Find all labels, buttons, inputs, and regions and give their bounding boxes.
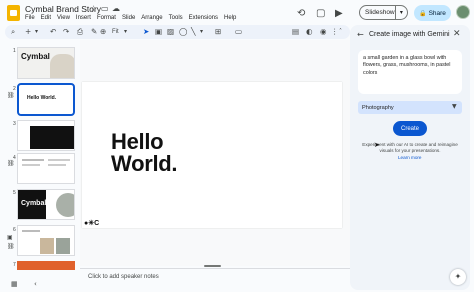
record-icon[interactable]: ◉ [320,27,327,37]
menu-arrange[interactable]: Arrange [141,15,162,21]
slide-thumbnail-1[interactable]: Cymbal [17,47,75,79]
slide-thumbnail-5[interactable]: Cymbal [17,189,75,220]
lock-icon: 🔒 [419,9,427,17]
chevron-down-icon[interactable]: ▾ [200,27,203,37]
slide-logo: ●✳C [84,220,100,227]
paint-format-icon[interactable]: ✎ [91,27,97,37]
chevron-left-icon[interactable]: ‹ [34,280,37,288]
thumbnail-line [48,164,66,166]
print-icon[interactable]: ⎙ [77,27,83,37]
menu-format[interactable]: Format [97,15,116,21]
move-icon[interactable]: ▭ [101,4,109,13]
chevron-down-icon[interactable]: ▾ [124,27,127,37]
cloud-icon[interactable]: ☁ [112,4,120,13]
menu-bar: File Edit View Insert Format Slide Arran… [25,15,236,21]
menu-tools[interactable]: Tools [169,15,183,21]
history-icon[interactable]: ⟲ [297,8,305,19]
thumbnail-text: Cymbal [21,200,47,207]
comment-add-icon[interactable]: ⊞ [215,27,221,37]
slideshow-button[interactable]: Slideshow ▾ [359,5,408,20]
thumbnail-image [30,126,74,149]
speaker-notes-placeholder[interactable]: Click to add speaker notes [88,274,159,280]
theme-icon[interactable]: ◐ [306,27,313,37]
image-icon: ▣ [7,234,13,241]
line-icon[interactable]: ╲ [191,27,196,37]
slide-heading-line-2: World. [111,151,178,176]
comment-icon[interactable]: ▢ [316,8,325,19]
thumbnail-image [50,54,74,78]
menu-insert[interactable]: Insert [76,15,91,21]
slide-number: 1 [13,48,16,54]
star-icon[interactable]: ☆ [90,4,97,13]
menu-view[interactable]: View [57,15,70,21]
thumbnail-line [22,230,40,232]
redo-icon[interactable]: ↷ [63,27,69,37]
thumbnail-text: Hello World. [27,95,57,101]
menu-file[interactable]: File [25,15,35,21]
thumbnail-text: Cymbal [21,52,50,61]
menu-slide[interactable]: Slide [122,15,135,21]
create-button[interactable]: Create [393,121,427,136]
grid-view-icon[interactable]: ▦ [11,280,18,288]
shape-icon[interactable]: ◯ [179,27,187,37]
undo-icon[interactable]: ↶ [50,27,56,37]
thumbnail-line [22,159,44,161]
thumbnail-line [48,159,70,161]
menu-help[interactable]: Help [224,15,236,21]
slideshow-label: Slideshow [365,9,395,16]
slide-thumbnail-6[interactable] [17,225,75,256]
back-arrow-icon[interactable]: ← [357,30,364,39]
zoom-select[interactable]: Fit [112,27,119,37]
image-icon[interactable]: ▨ [167,27,174,37]
slide-thumbnail-3[interactable] [17,120,75,151]
chevron-down-icon[interactable]: ▾ [35,27,38,37]
panel-title: Create image with Gemini [369,31,450,38]
link-icon: ⛓ [7,92,15,99]
chevron-down-icon[interactable]: ▼ [452,103,457,110]
slide-number: 6 [13,227,16,233]
slide-number: 3 [13,121,16,127]
video-icon[interactable]: ▶ [335,8,343,19]
background-icon[interactable]: ▭ [235,27,242,37]
text-box-icon[interactable]: ▣ [155,27,162,37]
zoom-icon[interactable]: ⊕ [100,27,106,37]
thumbnail-image [40,238,54,254]
slide-heading[interactable]: Hello World. [111,129,178,176]
thumbnail-image [56,238,70,254]
menu-extensions[interactable]: Extensions [189,15,218,21]
prompt-text[interactable]: a small garden in a glass bowl with flow… [363,55,459,77]
menu-edit[interactable]: Edit [41,15,51,21]
chevron-up-icon[interactable]: ˄ [339,27,342,37]
slide-thumbnail-7[interactable] [17,261,75,270]
learn-more-link[interactable]: Learn more [398,155,422,160]
chevron-down-icon[interactable]: ▾ [394,6,407,19]
link-icon: ⛓ [7,160,15,167]
thumbnail-image [56,193,74,217]
explore-icon[interactable]: ✦ [450,269,466,285]
slide-thumbnail-4[interactable] [17,153,75,184]
slide-number: 5 [13,190,16,196]
style-dropdown-value: Photography [362,105,394,111]
slides-logo[interactable] [7,5,20,21]
search-icon[interactable]: ⌕ [11,27,15,37]
add-icon[interactable]: + [25,27,31,37]
slide-number: 7 [13,262,16,268]
avatar[interactable] [456,5,470,19]
link-icon: ⛓ [7,243,15,250]
notes-resize-handle[interactable] [204,265,221,267]
close-icon[interactable]: ✕ [453,29,461,39]
thumbnail-line [22,164,40,166]
layout-icon[interactable]: ▤ [292,27,299,37]
share-label: Share [428,9,446,17]
slide-heading-line-1: Hello [111,129,164,154]
mouse-cursor-icon: ➤ [374,142,380,149]
more-icon[interactable]: ⋮ [331,27,339,37]
share-button[interactable]: 🔒 Share [414,5,451,21]
select-icon[interactable]: ➤ [143,27,149,37]
slide-thumbnail-2[interactable]: Hello World. [17,83,75,116]
